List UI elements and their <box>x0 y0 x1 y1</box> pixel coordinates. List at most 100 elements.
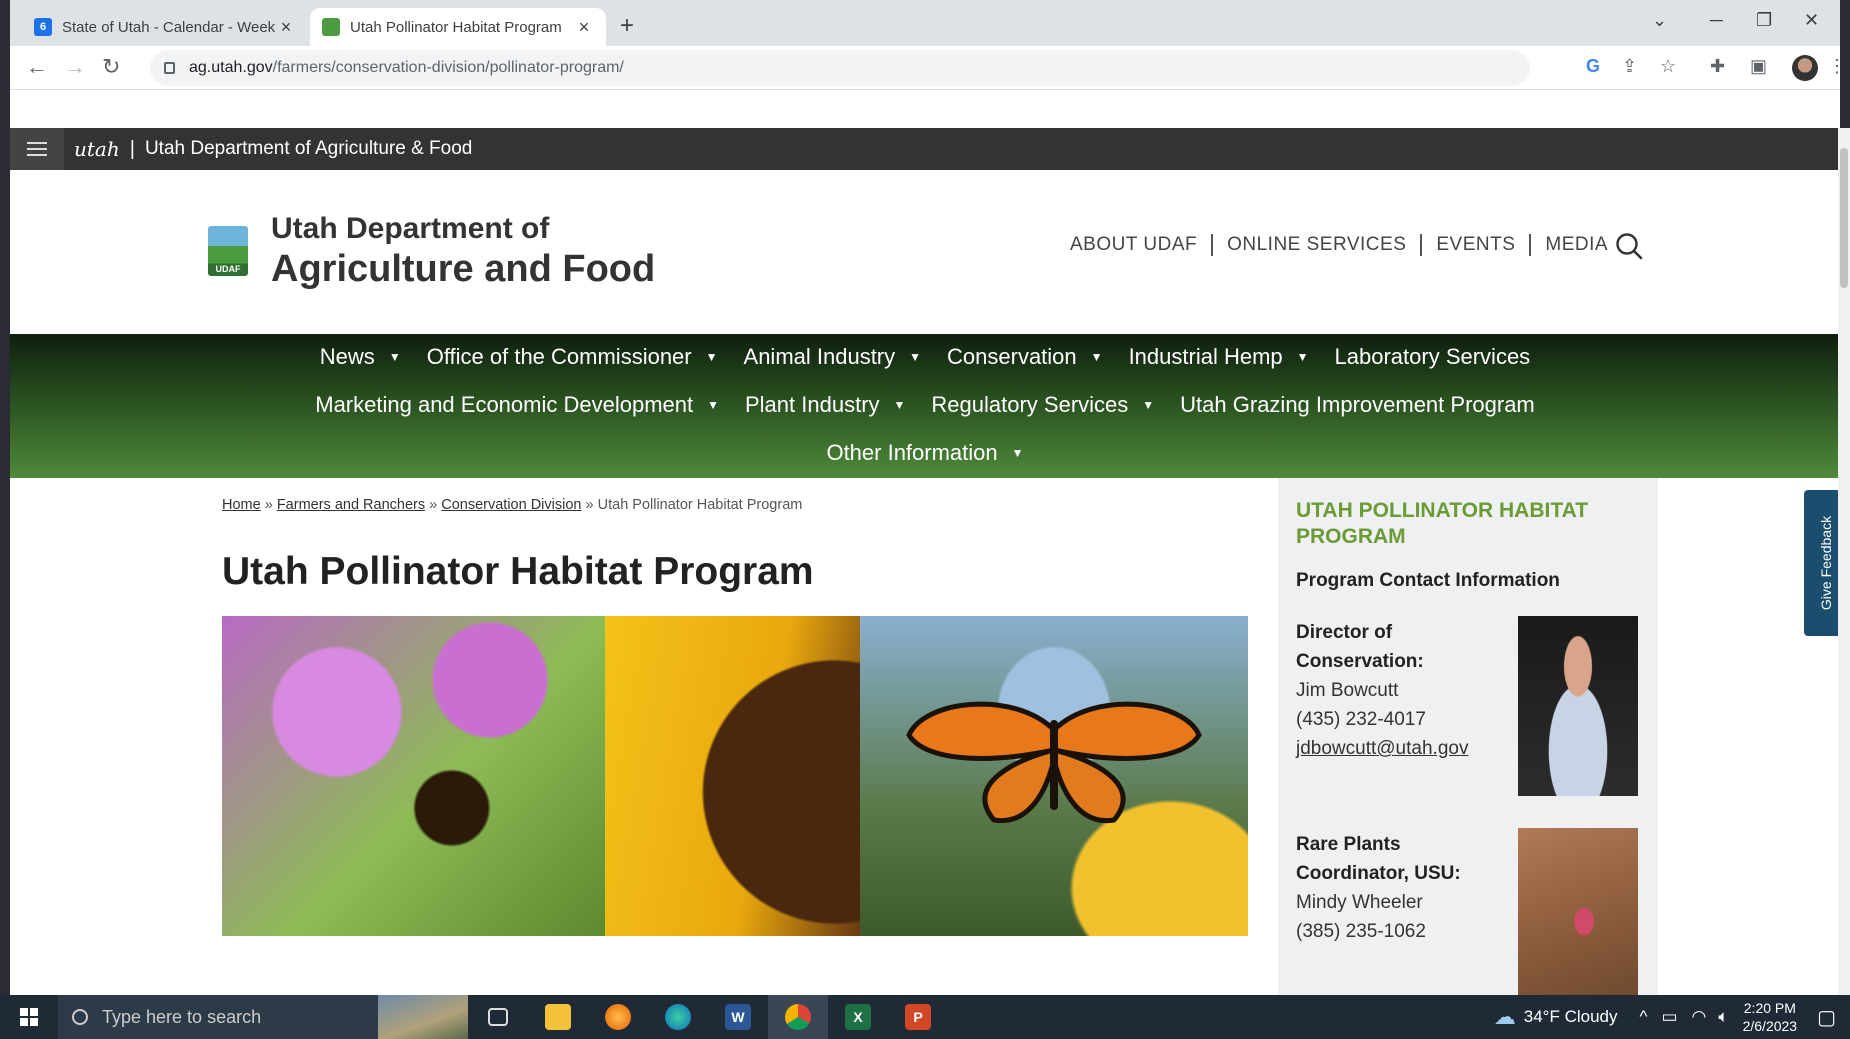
utah-gov-logo[interactable]: utah <box>74 137 120 161</box>
breadcrumb-current: Utah Pollinator Habitat Program <box>597 497 803 513</box>
powerpoint-icon: P <box>905 1004 931 1030</box>
excel-button[interactable]: X <box>828 995 888 1039</box>
top-links: ABOUT UDAF ONLINE SERVICES EVENTS MEDIA <box>1056 234 1622 256</box>
sunflower-bee-photo <box>605 616 860 936</box>
google-icon[interactable]: G <box>1586 56 1600 77</box>
nav-item-plant-industry[interactable]: Plant Industry ▼ <box>745 392 905 418</box>
forward-icon[interactable]: → <box>64 54 86 80</box>
folder-icon <box>545 1004 571 1030</box>
new-tab-button[interactable]: + <box>620 12 634 40</box>
word-icon: W <box>725 1004 751 1030</box>
menu-icon[interactable]: ⋮ <box>1828 56 1840 77</box>
breadcrumb: Home » Farmers and Ranchers » Conservati… <box>222 497 803 513</box>
utah-gov-bar: utah | Utah Department of Agriculture & … <box>10 128 1840 170</box>
nav-item-utah-grazing-improvement-program[interactable]: Utah Grazing Improvement Program <box>1180 392 1535 418</box>
breadcrumb-farmers[interactable]: Farmers and Ranchers <box>277 497 425 513</box>
excel-icon: X <box>845 1004 871 1030</box>
coordinator-photo <box>1518 828 1638 995</box>
system-tray: ☁ 34°F Cloudy ^ ▭ ◠ 🔈︎ 2:20 PM 2/6/2023 … <box>1494 995 1850 1039</box>
back-icon[interactable]: ← <box>26 54 48 80</box>
site-name-line2[interactable]: Agriculture and Food <box>271 248 655 291</box>
divider: | <box>129 137 135 160</box>
clock[interactable]: 2:20 PM 2/6/2023 <box>1743 999 1798 1035</box>
monarch-butterfly-photo <box>860 616 1248 936</box>
about-udaf-link[interactable]: ABOUT UDAF <box>1056 234 1214 256</box>
nav-item-regulatory-services[interactable]: Regulatory Services ▼ <box>931 392 1154 418</box>
caret-down-icon: ▼ <box>1142 398 1155 412</box>
search-icon <box>72 1009 88 1025</box>
start-button[interactable] <box>0 995 58 1039</box>
caret-down-icon: ▼ <box>705 350 718 364</box>
side-panel-icon[interactable]: ▣ <box>1750 56 1767 77</box>
caret-down-icon: ▼ <box>1090 350 1103 364</box>
caret-down-icon: ▼ <box>1296 350 1309 364</box>
address-bar[interactable]: ag.utah.gov/farmers/conservation-divisio… <box>150 50 1530 86</box>
online-services-link[interactable]: ONLINE SERVICES <box>1213 234 1423 256</box>
give-feedback-button[interactable]: Give Feedback <box>1804 490 1840 636</box>
firefox-button[interactable] <box>588 995 648 1039</box>
nav-item-other-information[interactable]: Other Information ▼ <box>826 440 1023 466</box>
search-icon[interactable] <box>1615 232 1643 260</box>
contact-email-link[interactable]: jdbowcutt@utah.gov <box>1296 738 1468 759</box>
notifications-icon[interactable]: ▢ <box>1817 1005 1836 1030</box>
main-navigation: News ▼ Office of the Commissioner ▼ Animal I… <box>10 334 1840 478</box>
edge-icon <box>665 1004 691 1030</box>
taskbar-search-placeholder: Type here to search <box>102 1006 262 1027</box>
tab-strip: 6 State of Utah - Calendar - Week o × Ut… <box>10 0 1840 46</box>
sidebar-subtitle: Program Contact Information <box>1296 570 1560 591</box>
share-icon[interactable]: ⇪ <box>1622 56 1637 77</box>
battery-icon[interactable]: ▭ <box>1661 1007 1677 1027</box>
close-tab-icon[interactable]: × <box>276 17 296 38</box>
taskbar-search[interactable]: Type here to search <box>58 995 468 1039</box>
hamburger-menu-icon[interactable] <box>10 128 64 170</box>
bookmark-star-icon[interactable]: ☆ <box>1660 56 1676 77</box>
reload-icon[interactable]: ↻ <box>102 54 120 80</box>
events-link[interactable]: EVENTS <box>1422 234 1532 256</box>
powerpoint-button[interactable]: P <box>888 995 948 1039</box>
site-name-line1[interactable]: Utah Department of <box>271 212 549 246</box>
word-button[interactable]: W <box>708 995 768 1039</box>
agency-title[interactable]: Utah Department of Agriculture & Food <box>145 138 472 160</box>
chrome-icon <box>785 1004 811 1030</box>
wifi-icon[interactable]: ◠ <box>1692 1007 1707 1027</box>
close-window-icon[interactable]: ✕ <box>1804 10 1819 31</box>
minimize-icon[interactable]: ─ <box>1710 10 1723 31</box>
nav-item-conservation[interactable]: Conservation ▼ <box>947 344 1103 370</box>
director-photo <box>1518 616 1638 796</box>
udaf-logo[interactable]: UDAF <box>208 226 248 276</box>
nav-item-office-of-the-commissioner[interactable]: Office of the Commissioner ▼ <box>427 344 718 370</box>
tab-pollinator[interactable]: Utah Pollinator Habitat Program × <box>310 8 606 46</box>
nav-item-news[interactable]: News ▼ <box>320 344 401 370</box>
contact-name: Mindy Wheeler <box>1296 892 1423 913</box>
volume-icon[interactable]: 🔈︎ <box>1718 1007 1728 1027</box>
caret-down-icon: ▼ <box>388 350 401 364</box>
tab-title: State of Utah - Calendar - Week o <box>62 18 276 36</box>
nav-item-animal-industry[interactable]: Animal Industry ▼ <box>744 344 922 370</box>
cloud-icon: ☁ <box>1493 1004 1516 1029</box>
site-header: UDAF Utah Department of Agriculture and … <box>10 170 1840 334</box>
nav-item-laboratory-services[interactable]: Laboratory Services <box>1335 344 1531 370</box>
nav-item-industrial-hemp[interactable]: Industrial Hemp ▼ <box>1129 344 1309 370</box>
contact-name: Jim Bowcutt <box>1296 680 1399 701</box>
edge-button[interactable] <box>648 995 708 1039</box>
browser-window: 6 State of Utah - Calendar - Week o × Ut… <box>10 0 1840 995</box>
tab-search-icon[interactable]: ⌄ <box>1652 10 1667 31</box>
chrome-button[interactable] <box>768 995 828 1039</box>
page-scrollbar[interactable] <box>1838 128 1850 995</box>
close-tab-icon[interactable]: × <box>574 17 594 38</box>
scrollbar-thumb[interactable] <box>1840 148 1848 288</box>
breadcrumb-conservation[interactable]: Conservation Division <box>441 497 581 513</box>
weather-text[interactable]: 34°F Cloudy <box>1524 1007 1618 1027</box>
caret-down-icon: ▼ <box>909 350 922 364</box>
breadcrumb-home[interactable]: Home <box>222 497 261 513</box>
nav-item-marketing-and-economic-development[interactable]: Marketing and Economic Development ▼ <box>315 392 719 418</box>
restore-icon[interactable]: ❐ <box>1756 10 1772 31</box>
file-explorer-button[interactable] <box>528 995 588 1039</box>
task-view-button[interactable] <box>468 995 528 1039</box>
show-hidden-icons-icon[interactable]: ^ <box>1640 1007 1648 1027</box>
extensions-icon[interactable]: ✚ <box>1710 56 1725 77</box>
contact-sidebar: UTAH POLLINATOR HABITAT PROGRAM Program … <box>1278 478 1658 995</box>
tab-calendar[interactable]: 6 State of Utah - Calendar - Week o × <box>22 8 308 46</box>
profile-avatar[interactable] <box>1792 55 1818 81</box>
media-link[interactable]: MEDIA <box>1531 234 1622 256</box>
